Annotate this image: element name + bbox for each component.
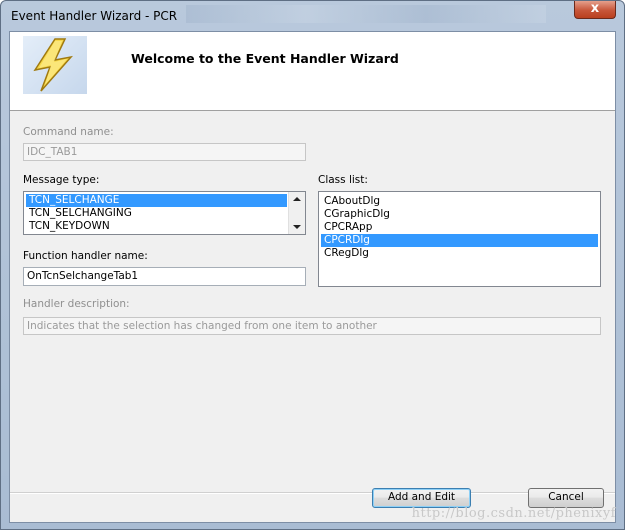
message-type-scrollbar[interactable] [288,192,305,234]
close-button[interactable]: x [574,1,616,19]
cancel-button[interactable]: Cancel [528,488,604,508]
function-handler-field[interactable]: OnTcnSelchangeTab1 [23,267,306,286]
wizard-window: Event Handler Wizard - PCR x Welcome to … [0,0,625,530]
class-list-label: Class list: [318,174,368,186]
message-type-listbox[interactable]: TCN_SELCHANGE TCN_SELCHANGING TCN_KEYDOWN [23,191,306,235]
message-type-item[interactable]: TCN_SELCHANGE [26,194,287,207]
command-name-label: Command name: [23,126,114,138]
class-list-item[interactable]: CAboutDlg [321,195,598,208]
background-title-blur [186,5,546,23]
function-handler-label: Function handler name: [23,250,148,262]
class-list-item[interactable]: CPCRApp [321,221,598,234]
handler-description-label: Handler description: [23,298,130,310]
class-list-item[interactable]: CRegDlg [321,247,598,260]
blog-watermark: http://blog.csdn.net/phenixyf [411,506,616,521]
dialog-client-area: Welcome to the Event Handler Wizard Comm… [9,31,616,523]
title-bar[interactable]: Event Handler Wizard - PCR x [1,1,624,31]
class-list-item[interactable]: CGraphicDlg [321,208,598,221]
scroll-up-icon[interactable] [293,197,301,201]
message-type-item[interactable]: TCN_SELCHANGING [26,207,287,220]
class-list-listbox[interactable]: CAboutDlg CGraphicDlg CPCRApp CPCRDlg CRegDl… [318,191,601,287]
button-separator [10,492,615,494]
wizard-heading: Welcome to the Event Handler Wizard [131,51,399,66]
wizard-banner: Welcome to the Event Handler Wizard [10,32,615,111]
add-and-edit-button[interactable]: Add and Edit [372,488,471,508]
close-icon: x [590,1,600,16]
message-type-label: Message type: [23,174,100,186]
lightning-bolt-icon [23,36,87,94]
scroll-down-icon[interactable] [293,225,301,229]
class-list-item[interactable]: CPCRDlg [321,234,598,247]
window-title: Event Handler Wizard - PCR [11,9,178,23]
message-type-item[interactable]: TCN_KEYDOWN [26,220,287,233]
handler-description-field[interactable]: Indicates that the selection has changed… [23,317,601,335]
command-name-field[interactable]: IDC_TAB1 [23,143,306,161]
